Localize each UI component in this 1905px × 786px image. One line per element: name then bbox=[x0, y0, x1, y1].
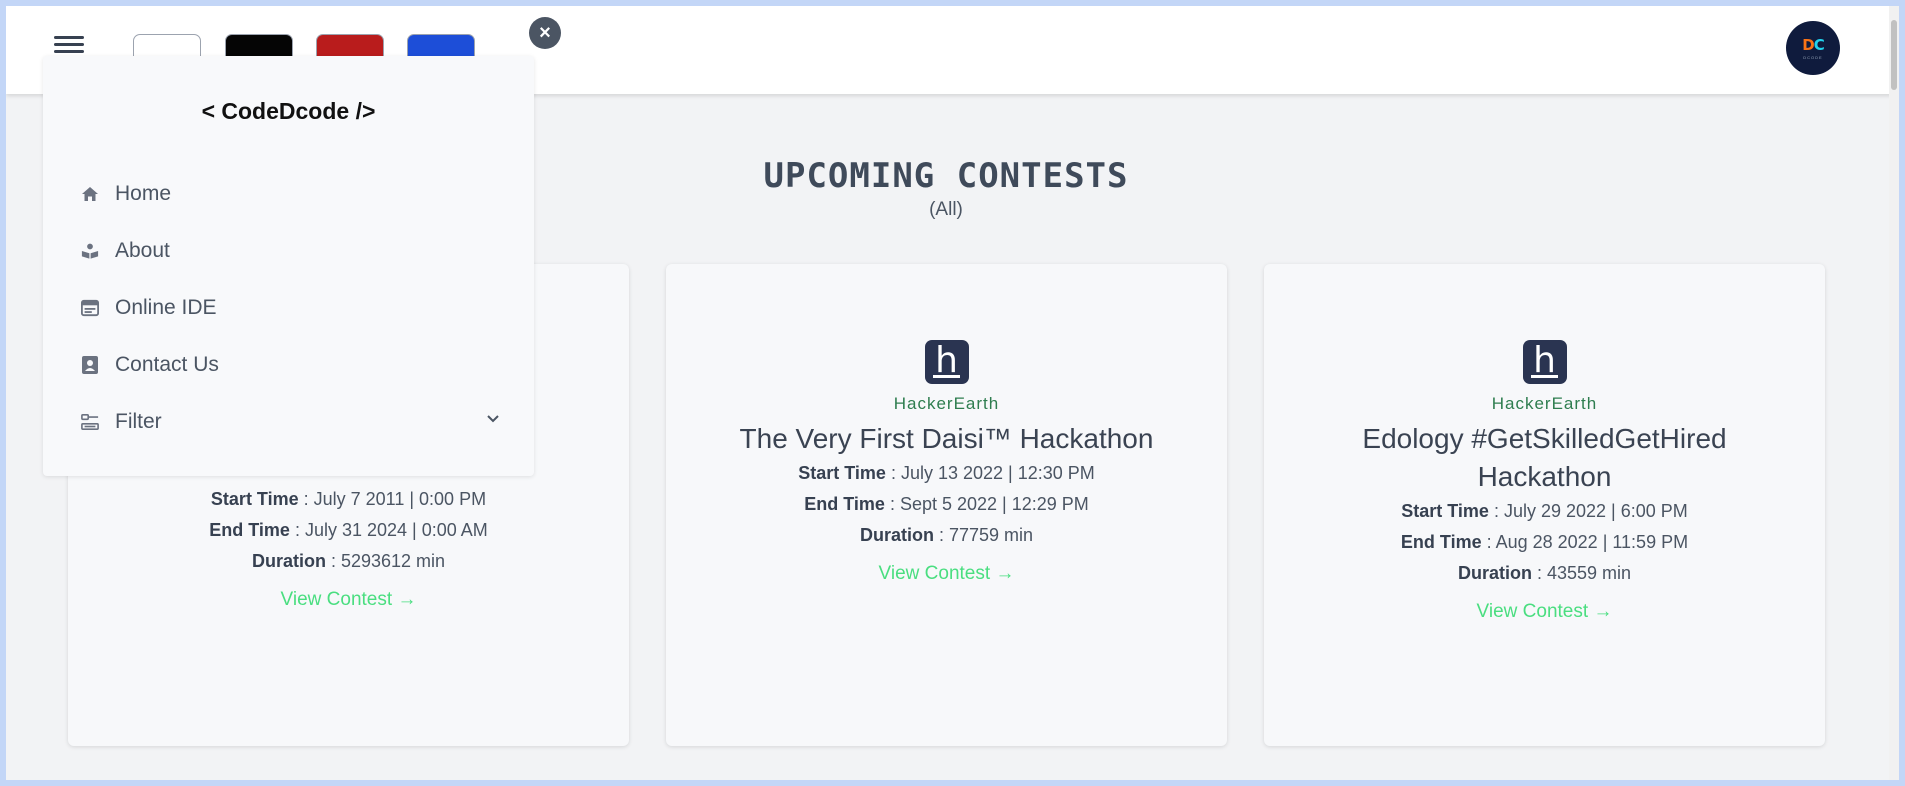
contest-card: h HackerEarth The Very First Daisi™ Hack… bbox=[666, 264, 1227, 746]
end-time: End Time : Sept 5 2022 | 12:29 PM bbox=[804, 494, 1089, 514]
arrow-right-icon: → bbox=[995, 563, 1015, 584]
end-time: End Time : Aug 28 2022 | 11:59 PM bbox=[1400, 532, 1689, 552]
start-time: Start Time : July 7 2011 | 0:00 PM bbox=[210, 489, 487, 509]
avatar-logo: DC bbox=[1802, 36, 1824, 54]
end-time: End Time : July 31 2024 | 0:00 AM bbox=[209, 520, 488, 540]
contest-title: Edology #GetSkilledGetHired Hackathon bbox=[1362, 423, 1727, 492]
duration: Duration : 77759 min bbox=[859, 525, 1034, 545]
drawer-brand: < CodeDcode /> bbox=[201, 98, 376, 124]
hackerearth-logo-icon: h bbox=[924, 340, 969, 384]
scrollbar-thumb[interactable] bbox=[1891, 20, 1897, 90]
contact-icon bbox=[81, 355, 99, 374]
page-scrollbar[interactable] bbox=[1889, 6, 1899, 780]
menu-item-online-ide[interactable]: Online IDE bbox=[43, 279, 534, 336]
menu-item-home[interactable]: Home bbox=[43, 165, 534, 222]
avatar-subtext: DCODE bbox=[1803, 55, 1823, 60]
duration: Duration : 43559 min bbox=[1457, 563, 1632, 583]
drawer-menu: Home About Online IDE Contact Us Filter bbox=[43, 165, 534, 450]
view-contest-link[interactable]: View Contest → bbox=[1477, 601, 1613, 623]
view-contest-link[interactable]: View Contest → bbox=[879, 563, 1015, 585]
about-icon bbox=[81, 242, 99, 260]
platform-name: HackerEarth bbox=[893, 394, 1000, 413]
ide-icon bbox=[81, 299, 99, 317]
filter-icon bbox=[81, 413, 99, 431]
chevron-down-icon[interactable] bbox=[486, 411, 500, 429]
hackerearth-logo-icon: h bbox=[1522, 340, 1567, 384]
page: DC DCODE UPCOMING CONTESTS (All) Start T… bbox=[6, 6, 1895, 780]
duration: Duration : 5293612 min bbox=[251, 551, 446, 571]
arrow-right-icon: → bbox=[397, 589, 417, 610]
view-contest-link[interactable]: View Contest → bbox=[281, 589, 417, 611]
platform-name: HackerEarth bbox=[1491, 394, 1598, 413]
menu-item-contact-us[interactable]: Contact Us bbox=[43, 336, 534, 393]
menu-item-about[interactable]: About bbox=[43, 222, 534, 279]
start-time: Start Time : July 29 2022 | 6:00 PM bbox=[1401, 501, 1688, 521]
contest-card: h HackerEarth Edology #GetSkilledGetHire… bbox=[1264, 264, 1825, 746]
contest-title: The Very First Daisi™ Hackathon bbox=[739, 423, 1154, 454]
avatar[interactable]: DC DCODE bbox=[1786, 21, 1840, 75]
side-drawer: < CodeDcode /> Home About Online IDE Con… bbox=[43, 56, 534, 476]
close-drawer-button[interactable]: × bbox=[529, 17, 561, 49]
home-icon bbox=[81, 185, 99, 203]
start-time: Start Time : July 13 2022 | 12:30 PM bbox=[798, 463, 1095, 483]
menu-item-filter[interactable]: Filter bbox=[43, 393, 534, 450]
arrow-right-icon: → bbox=[1593, 601, 1613, 622]
hamburger-icon[interactable] bbox=[54, 36, 84, 58]
